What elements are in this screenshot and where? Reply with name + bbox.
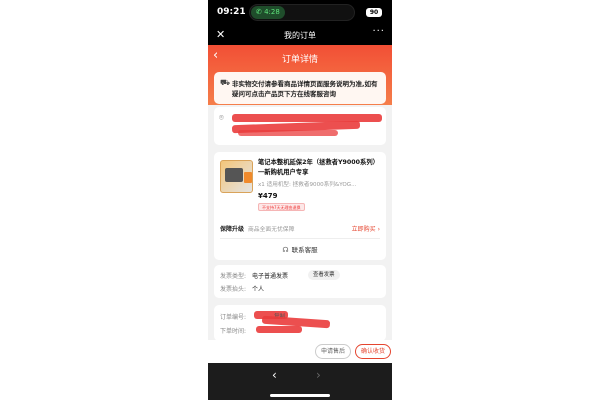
contact-service-label: 联系客服: [291, 246, 318, 254]
redacted-address-line-3: [238, 130, 338, 136]
app-title-bar: ✕ 我的订单 ···: [208, 25, 392, 45]
status-bar: 09:21 ✆ 4:28 90: [208, 0, 392, 25]
chevron-right-icon[interactable]: ›: [316, 368, 321, 382]
warranty-label: 保障升级: [220, 226, 245, 233]
warranty-upgrade-row: 保障升级 商品全面无忧保障 立即购买 ›: [220, 223, 380, 233]
warranty-desc: 商品全面无忧保障: [248, 227, 295, 233]
confirm-receipt-button[interactable]: 确认收货: [355, 344, 391, 359]
browser-nav-bar: ‹ ›: [208, 363, 392, 400]
call-indicator[interactable]: ✆ 4:28: [251, 6, 285, 19]
view-invoice-button[interactable]: 查看发票: [308, 270, 340, 280]
notice-text: 非实物交付请参看商品详情页面服务说明为准,如有疑问可点击产品页下方在线客服咨询: [232, 80, 378, 98]
invoice-type-value: 电子普通发票: [252, 273, 289, 280]
truck-icon: ⛟: [220, 78, 231, 87]
location-icon: ⌾: [219, 113, 224, 122]
contact-service-button[interactable]: ☊ 联系客服: [214, 244, 386, 254]
divider: [220, 238, 380, 239]
laptop-icon: [225, 168, 243, 182]
more-icon[interactable]: ···: [372, 26, 385, 37]
return-policy-tag: 不支持7天无理由退换: [258, 203, 305, 211]
order-info-card: 订单编号: 下单时间: 复制: [214, 305, 386, 341]
product-image[interactable]: [220, 160, 253, 193]
headset-icon: ☊: [282, 246, 289, 254]
battery-indicator: 90: [366, 8, 382, 17]
order-number-label: 订单编号:: [220, 314, 247, 321]
home-indicator[interactable]: [270, 394, 330, 397]
redacted-address-line-1: [232, 114, 382, 122]
product-spec: x1 适用机型: 拯救者9000系列&YOG...: [258, 182, 357, 188]
app-title: 我的订单: [284, 31, 316, 40]
status-time: 09:21: [217, 7, 246, 17]
order-action-bar: 申请售后 确认收货: [208, 340, 392, 363]
phone-screen: 09:21 ✆ 4:28 90 ✕ 我的订单 ··· ‹ 订单详情 ⛟ 非实物交…: [208, 0, 392, 400]
chevron-right-icon: ›: [377, 226, 380, 233]
buy-now-label: 立即购买: [351, 226, 376, 233]
product-price: ¥479: [258, 192, 278, 200]
call-time: 4:28: [264, 8, 280, 16]
invoice-type-label: 发票类型:: [220, 273, 247, 280]
invoice-title-value: 个人: [252, 286, 265, 293]
invoice-title-label: 发票抬头:: [220, 286, 247, 293]
address-card[interactable]: ⌾: [214, 107, 386, 145]
product-title[interactable]: 笔记本整机延保2年（拯救者Y9000系列）一新购机用户专享: [258, 158, 380, 177]
product-card: 笔记本整机延保2年（拯救者Y9000系列）一新购机用户专享 x1 适用机型: 拯…: [214, 152, 386, 260]
page-title: 订单详情: [281, 55, 318, 65]
order-time-label: 下单时间:: [220, 328, 247, 335]
buy-now-link[interactable]: 立即购买 ›: [352, 224, 380, 233]
warranty-box-icon: [244, 172, 252, 183]
notice-card: ⛟ 非实物交付请参看商品详情页面服务说明为准,如有疑问可点击产品页下方在线客服咨…: [214, 72, 386, 104]
invoice-card: 发票类型: 电子普通发票 查看发票 发票抬头: 个人: [214, 265, 386, 298]
redacted-order-time: [256, 326, 302, 333]
apply-after-sale-button[interactable]: 申请售后: [315, 344, 351, 359]
chevron-left-icon[interactable]: ‹: [272, 368, 277, 382]
